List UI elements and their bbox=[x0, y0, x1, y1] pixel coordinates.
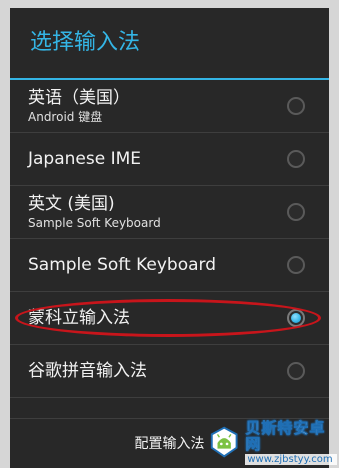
watermark-text: 贝斯特安卓网 www.zjbstyy.com bbox=[245, 418, 337, 465]
input-method-option-menksoft[interactable]: 蒙科立输入法 bbox=[10, 292, 329, 345]
option-text: Japanese IME bbox=[28, 133, 141, 185]
radio-button[interactable] bbox=[287, 362, 305, 380]
radio-selected-dot bbox=[291, 313, 301, 323]
option-sublabel: Sample Soft Keyboard bbox=[28, 216, 161, 230]
option-label: Japanese IME bbox=[28, 149, 142, 169]
watermark-url: www.zjbstyy.com bbox=[245, 453, 337, 465]
radio-button[interactable] bbox=[287, 150, 305, 168]
option-label: 谷歌拼音输入法 bbox=[28, 361, 147, 381]
option-label: 蒙科立输入法 bbox=[28, 308, 130, 328]
input-method-option-sample-soft-keyboard[interactable]: Sample Soft Keyboard bbox=[10, 239, 329, 292]
watermark-logo-icon bbox=[210, 426, 238, 458]
option-text: Sample Soft Keyboard bbox=[28, 239, 216, 291]
option-label: Sample Soft Keyboard bbox=[28, 255, 217, 275]
option-label: 英语（美国） bbox=[28, 88, 130, 108]
input-method-option-japanese-ime[interactable]: Japanese IME bbox=[10, 133, 329, 186]
input-method-option-google-pinyin[interactable]: 谷歌拼音输入法 bbox=[10, 345, 329, 398]
radio-button[interactable] bbox=[287, 256, 305, 274]
input-method-option-english-us-sample[interactable]: 英文 (美国) Sample Soft Keyboard bbox=[10, 186, 329, 239]
option-sublabel: Android 键盘 bbox=[28, 110, 103, 124]
radio-button[interactable] bbox=[287, 97, 305, 115]
input-method-list: 英语（美国） Android 键盘 Japanese IME 英文 (美国) S… bbox=[10, 80, 329, 398]
radio-button-selected[interactable] bbox=[287, 309, 305, 327]
option-text: 英文 (美国) Sample Soft Keyboard bbox=[28, 186, 161, 238]
input-method-dialog: 选择输入法 英语（美国） Android 键盘 Japanese IME 英文 … bbox=[10, 8, 329, 468]
input-method-option-english-us[interactable]: 英语（美国） Android 键盘 bbox=[10, 80, 329, 133]
option-text: 英语（美国） Android 键盘 bbox=[28, 80, 130, 132]
watermark-name: 贝斯特安卓网 bbox=[245, 418, 326, 453]
radio-button[interactable] bbox=[287, 203, 305, 221]
option-text: 谷歌拼音输入法 bbox=[28, 345, 147, 397]
watermark: 贝斯特安卓网 www.zjbstyy.com bbox=[207, 418, 337, 465]
dialog-title: 选择输入法 bbox=[30, 30, 141, 55]
option-text: 蒙科立输入法 bbox=[28, 292, 130, 344]
option-label: 英文 (美国) bbox=[28, 194, 115, 214]
screenshot-frame: 选择输入法 英语（美国） Android 键盘 Japanese IME 英文 … bbox=[0, 0, 339, 468]
